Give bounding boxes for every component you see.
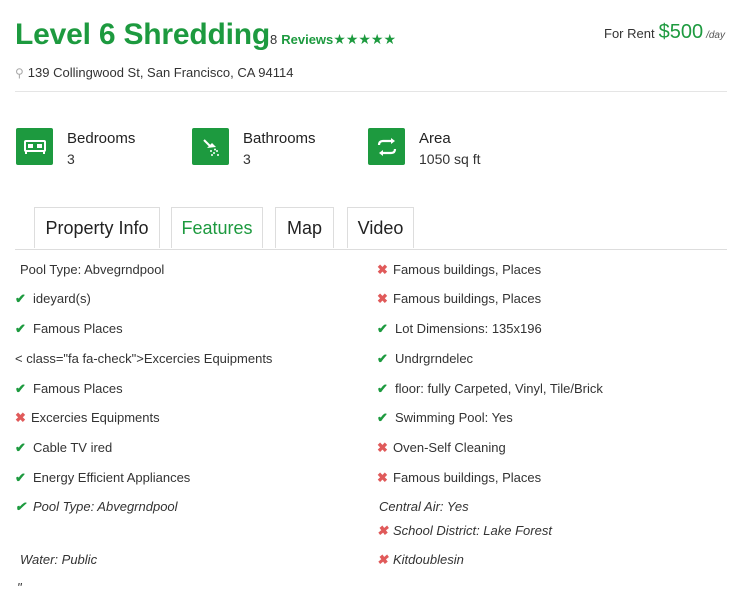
area-icon (368, 128, 405, 165)
feature-item: " (17, 580, 22, 595)
address-text: 139 Collingwood St, San Francisco, CA 94… (27, 65, 294, 80)
cross-icon: ✖ (377, 523, 388, 538)
feature-item: ✔ Swimming Pool: Yes (377, 410, 513, 425)
price-unit: /day (706, 30, 725, 41)
stat-value: 3 (243, 151, 251, 167)
feature-item: ✔ Famous Places (15, 321, 123, 336)
feature-item: ✖ School District: Lake Forest (377, 523, 552, 538)
check-icon: ✔ (15, 499, 26, 514)
feature-item: ✔ ideyard(s) (15, 291, 91, 306)
tab-video[interactable]: Video (347, 207, 414, 248)
divider (15, 91, 727, 92)
feature-item: Pool Type: Abvegrndpool (20, 262, 165, 277)
price-block: For Rent $500/day (604, 21, 725, 44)
stat-label: Area (419, 130, 451, 147)
check-icon: ✔ (377, 410, 388, 425)
star-rating-icon: ★★★★★ (333, 31, 397, 47)
check-icon: ✔ (15, 381, 26, 396)
feature-item: ✔ Lot Dimensions: 135x196 (377, 321, 542, 336)
feature-item: ✖ Famous buildings, Places (377, 262, 542, 277)
price-prefix: For Rent (604, 26, 655, 41)
feature-item: ✔ floor: fully Carpeted, Vinyl, Tile/Bric… (377, 381, 603, 396)
price-amount: $500 (658, 21, 704, 43)
feature-item: Water: Public (20, 552, 98, 567)
bed-icon (16, 128, 53, 165)
reviews-summary[interactable]: 8 Reviews★★★★★ (270, 31, 396, 48)
stat-value: 3 (67, 151, 75, 167)
cross-icon: ✖ (377, 470, 388, 485)
feature-item: ✔ Famous Places (15, 381, 123, 396)
cross-icon: ✖ (377, 262, 388, 277)
feature-item: < class="fa fa-check">Excercies Equipmen… (15, 351, 273, 366)
feature-item: ✖ Famous buildings, Places (377, 470, 542, 485)
check-icon: ✔ (15, 470, 26, 485)
tab-bar: Property Info Features Map Video (15, 207, 727, 250)
reviews-link[interactable]: Reviews (281, 32, 333, 47)
feature-item: ✔ Undrgrndelec (377, 351, 474, 366)
tab-features[interactable]: Features (171, 207, 263, 248)
map-marker-icon: ⚲ (15, 66, 24, 80)
cross-icon: ✖ (377, 291, 388, 306)
feature-item: Central Air: Yes (379, 499, 469, 514)
stat-label: Bedrooms (67, 130, 136, 147)
tab-property-info[interactable]: Property Info (34, 207, 160, 248)
tab-map[interactable]: Map (275, 207, 334, 248)
feature-item: ✔ Energy Efficient Appliances (15, 470, 191, 485)
stat-label: Bathrooms (243, 130, 316, 147)
check-icon: ✔ (377, 351, 388, 366)
feature-item: ✔ Cable TV ired (15, 440, 113, 455)
check-icon: ✔ (377, 381, 388, 396)
stat-value: 1050 sq ft (419, 151, 481, 167)
shower-icon (192, 128, 229, 165)
check-icon: ✔ (15, 321, 26, 336)
check-icon: ✔ (377, 321, 388, 336)
listing-title: Level 6 Shredding (15, 18, 270, 51)
check-icon: ✔ (15, 440, 26, 455)
feature-item: ✖ Kitdoublesin (377, 552, 464, 567)
feature-item: ✔ Pool Type: Abvegrndpool (15, 499, 178, 514)
address: ⚲ 139 Collingwood St, San Francisco, CA 9… (15, 65, 294, 80)
cross-icon: ✖ (15, 410, 26, 425)
cross-icon: ✖ (377, 552, 388, 567)
feature-item: ✖ Famous buildings, Places (377, 291, 542, 306)
feature-item: ✖ Excercies Equipments (15, 410, 160, 425)
review-count: 8 (270, 32, 278, 47)
feature-item: ✖ Oven-Self Cleaning (377, 440, 506, 455)
cross-icon: ✖ (377, 440, 388, 455)
check-icon: ✔ (15, 291, 26, 306)
